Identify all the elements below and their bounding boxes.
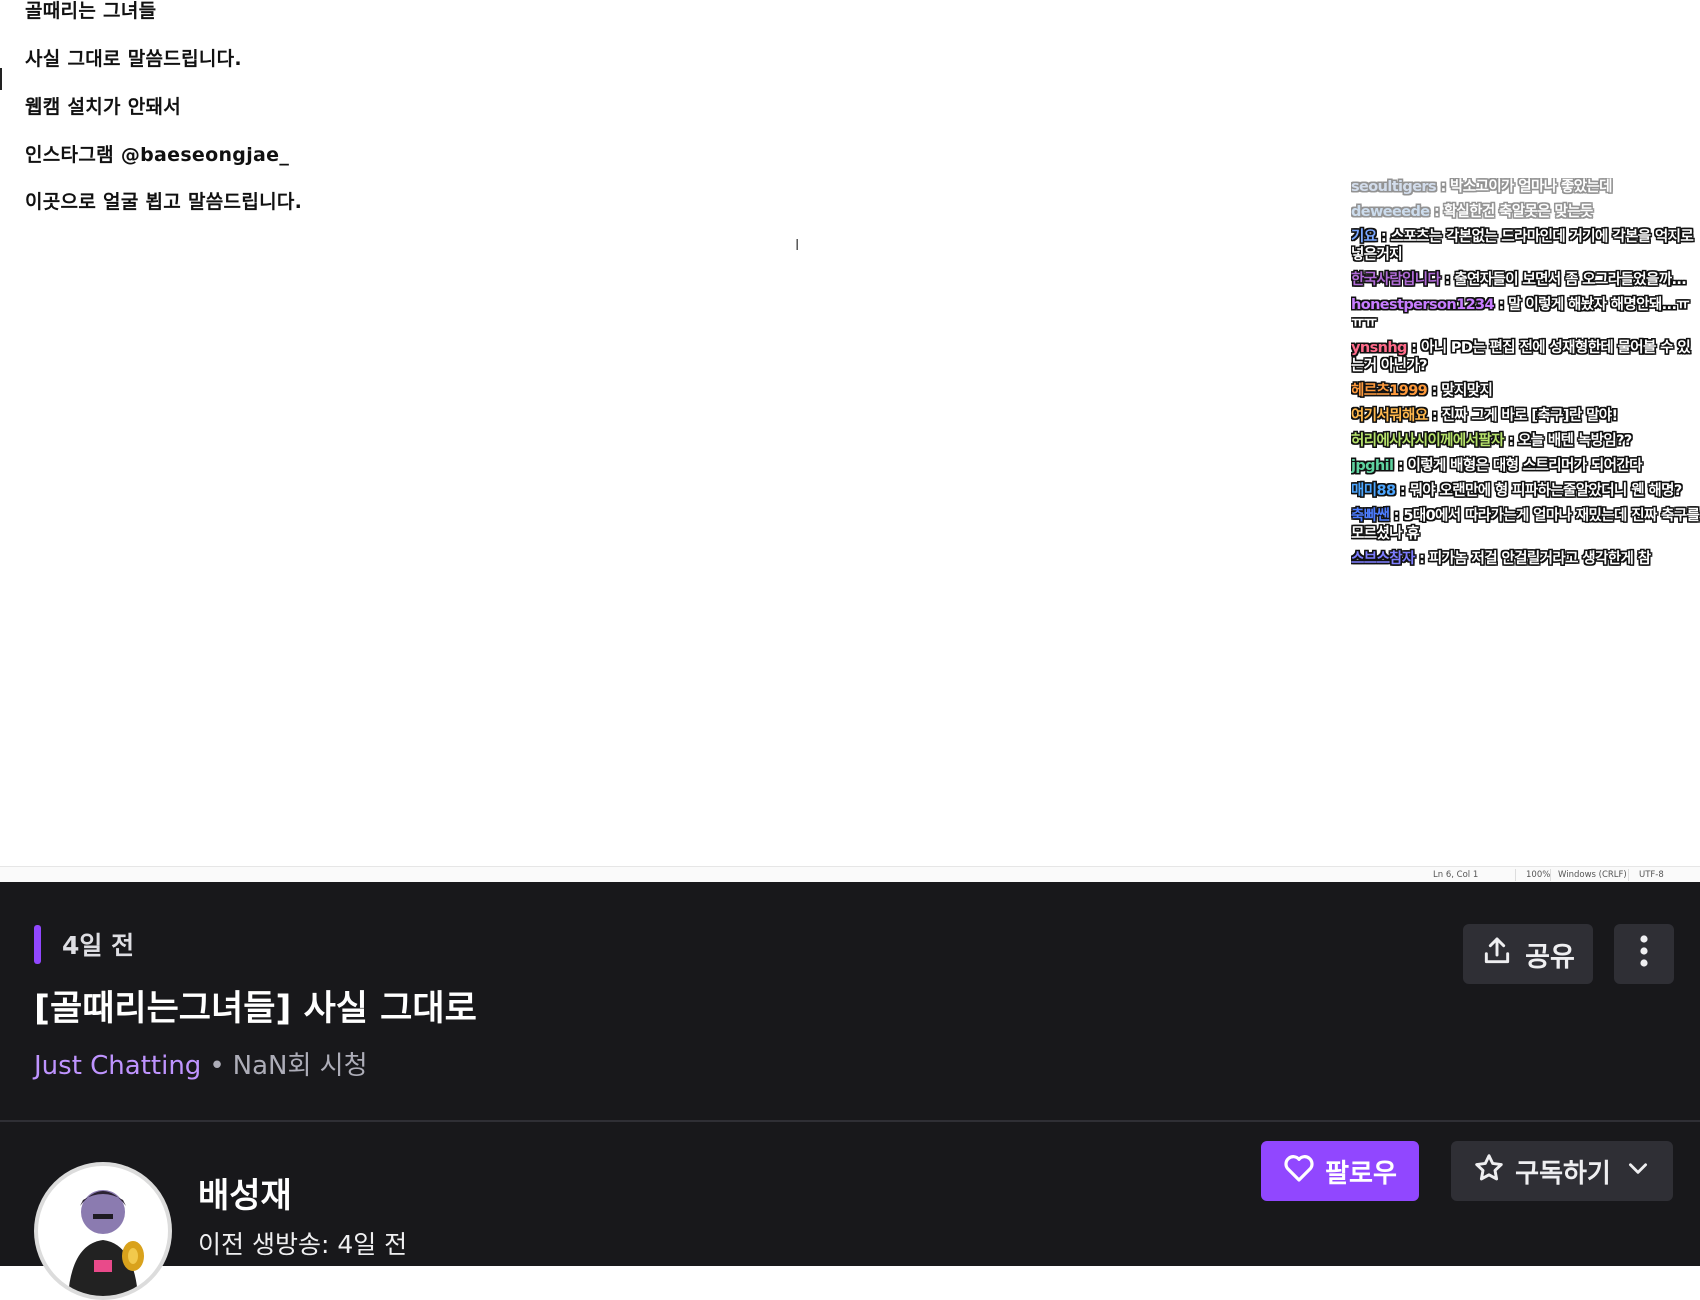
channel-name[interactable]: 배성재 xyxy=(198,1168,292,1217)
subscribe-label: 구독하기 xyxy=(1515,1158,1611,1189)
status-encoding: UTF-8 xyxy=(1639,870,1664,880)
chat-username: jpghil xyxy=(1351,458,1394,474)
chat-message: 헤르츠1999 : 맞지맞지 xyxy=(1351,382,1700,400)
chat-message: deweeede : 확실한건 축알못은 맞는듯 xyxy=(1351,203,1700,221)
chat-colon: : xyxy=(1395,483,1410,499)
last-live-text: 이전 생방송: 4일 전 xyxy=(198,1230,408,1259)
section-divider xyxy=(0,1120,1700,1122)
chat-text: 박소고이가 얼마나 좋았는데 xyxy=(1450,179,1612,195)
chat-colon: : xyxy=(1436,179,1451,195)
chat-message: 스브스참자 : 피가놈 저걸 안걸릴거라고 생각한게 참 xyxy=(1351,550,1700,568)
chat-message: 한국사람입니다 : 출연자들이 보면서 좀 오그라들었을까... xyxy=(1351,271,1700,289)
chat-text: 뭐야 오랜만에 형 피파하는줄알았더니 웬 해명? xyxy=(1409,483,1683,499)
chat-colon: : xyxy=(1427,408,1442,424)
chat-username: seoultigers xyxy=(1351,179,1437,195)
chat-message: jpghil : 이렇게 배형은 대형 스트리머가 되어간다 xyxy=(1351,457,1700,475)
chat-username: 여기서뭐해요 xyxy=(1351,408,1428,424)
view-count: NaN회 시청 xyxy=(232,1051,368,1081)
chat-username: 기요 xyxy=(1351,229,1377,245)
chat-text: 스포츠는 각본없는 드라마인데 거기에 각본을 억지로 넣은거지 xyxy=(1351,229,1694,263)
chat-username: honestperson1234 xyxy=(1351,297,1495,313)
status-position: Ln 6, Col 1 xyxy=(1433,870,1479,880)
more-vertical-icon xyxy=(1639,934,1649,975)
video-meta: Just Chatting • NaN회 시청 xyxy=(34,1045,368,1082)
chevron-down-icon xyxy=(1625,1155,1651,1188)
notepad-line-1: 골때리는 그녀들 xyxy=(25,0,157,22)
chat-overlay: seoultigers : 박소고이가 얼마나 좋았는데 deweeede : 확… xyxy=(1351,178,1700,575)
more-options-button[interactable] xyxy=(1614,924,1674,984)
chat-text: 진짜 그게 바로 [축구]란 말야! xyxy=(1441,408,1619,424)
chat-message: 기요 : 스포츠는 각본없는 드라마인데 거기에 각본을 억지로 넣은거지 xyxy=(1351,228,1700,264)
chat-username: 축빠쌘 xyxy=(1351,508,1390,524)
heart-icon xyxy=(1283,1153,1315,1190)
chat-colon: : xyxy=(1427,383,1442,399)
chat-colon: : xyxy=(1503,433,1518,449)
category-link[interactable]: Just Chatting xyxy=(34,1051,201,1081)
chat-colon: : xyxy=(1414,551,1429,567)
chat-colon: : xyxy=(1389,508,1404,524)
notepad-line-4: 인스타그램 @baeseongjae_ xyxy=(25,144,290,166)
chat-message: 허리에사사시이께에서팔자 : 오늘 배텐 녹방임?? xyxy=(1351,432,1700,450)
chat-colon: : xyxy=(1429,204,1444,220)
notepad-line-3: 웹캠 설치가 안돼서 xyxy=(25,96,182,118)
chat-username: 스브스참자 xyxy=(1351,551,1415,567)
chat-text: 확실한건 축알못은 맞는듯 xyxy=(1443,204,1594,220)
chat-message: 축빠쌘 : 5대0에서 따라가는게 얼마나 재밌는데 진짜 축구를 모르셨나 휴 xyxy=(1351,507,1700,543)
share-icon xyxy=(1481,935,1513,974)
chat-message: 매미88 : 뭐야 오랜만에 형 피파하는줄알았더니 웬 해명? xyxy=(1351,482,1700,500)
avatar-figure-icon xyxy=(68,1190,144,1296)
status-zoom: 100% xyxy=(1526,870,1551,880)
chat-text: 피가놈 저걸 안걸릴거라고 생각한게 참 xyxy=(1428,551,1651,567)
video-player[interactable]: 골때리는 그녀들 사실 그대로 말씀드립니다. 웹캠 설치가 안돼서 인스타그램… xyxy=(0,0,1700,882)
notepad-line-5: 이곳으로 얼굴 뵙고 말씀드립니다. xyxy=(25,191,303,213)
chat-message: seoultigers : 박소고이가 얼마나 좋았는데 xyxy=(1351,178,1700,196)
chat-text: 오늘 배텐 녹방임?? xyxy=(1518,433,1632,449)
chat-colon: : xyxy=(1393,458,1408,474)
follow-label: 팔로우 xyxy=(1325,1158,1397,1189)
chat-username: ynsnhg xyxy=(1351,340,1407,356)
chat-username: 헤르츠1999 xyxy=(1351,383,1428,399)
chat-username: deweeede xyxy=(1351,204,1430,220)
chat-username: 허리에사사시이께에서팔자 xyxy=(1351,433,1504,449)
status-line-ending: Windows (CRLF) xyxy=(1558,870,1627,880)
notepad-status-bar: Ln 6, Col 1 100% Windows (CRLF) UTF-8 xyxy=(0,866,1700,882)
meta-separator: • xyxy=(209,1051,225,1081)
chat-colon: : xyxy=(1494,297,1509,313)
chat-colon: : xyxy=(1376,229,1391,245)
chat-message: ynsnhg : 아니 PD는 편집 전에 성재형한테 물어볼 수 있는거 아닌… xyxy=(1351,339,1700,375)
chat-text: 5대0에서 따라가는게 얼마나 재밌는데 진짜 축구를 모르셨나 휴 xyxy=(1351,508,1700,542)
notepad-line-2: 사실 그대로 말씀드립니다. xyxy=(25,48,242,70)
share-label: 공유 xyxy=(1525,941,1575,973)
chat-username: 매미88 xyxy=(1351,483,1396,499)
chat-text: 맞지맞지 xyxy=(1441,383,1493,399)
video-title: [골때리는그녀들] 사실 그대로 xyxy=(34,989,477,1029)
subscribe-button[interactable]: 구독하기 xyxy=(1451,1141,1673,1201)
chat-username: 한국사람입니다 xyxy=(1351,272,1441,288)
follow-button[interactable]: 팔로우 xyxy=(1261,1141,1419,1201)
chat-colon: : xyxy=(1440,272,1455,288)
star-icon xyxy=(1473,1152,1505,1191)
text-caret xyxy=(0,68,2,90)
chat-message: 여기서뭐해요 : 진짜 그게 바로 [축구]란 말야! xyxy=(1351,407,1700,425)
channel-avatar[interactable] xyxy=(34,1162,172,1300)
upload-date: 4일 전 xyxy=(62,931,135,960)
chat-text: 출연자들이 보면서 좀 오그라들었을까... xyxy=(1454,272,1687,288)
share-button[interactable]: 공유 xyxy=(1463,924,1593,984)
chat-message: honestperson1234 : 말 이렇게 해놨자 해명안돼...ㅠㅠㅠ xyxy=(1351,296,1700,332)
accent-bar xyxy=(34,925,41,964)
chat-text: 이렇게 배형은 대형 스트리머가 되어간다 xyxy=(1407,458,1643,474)
ibeam-cursor-icon: I xyxy=(795,236,800,254)
chat-colon: : xyxy=(1406,340,1421,356)
